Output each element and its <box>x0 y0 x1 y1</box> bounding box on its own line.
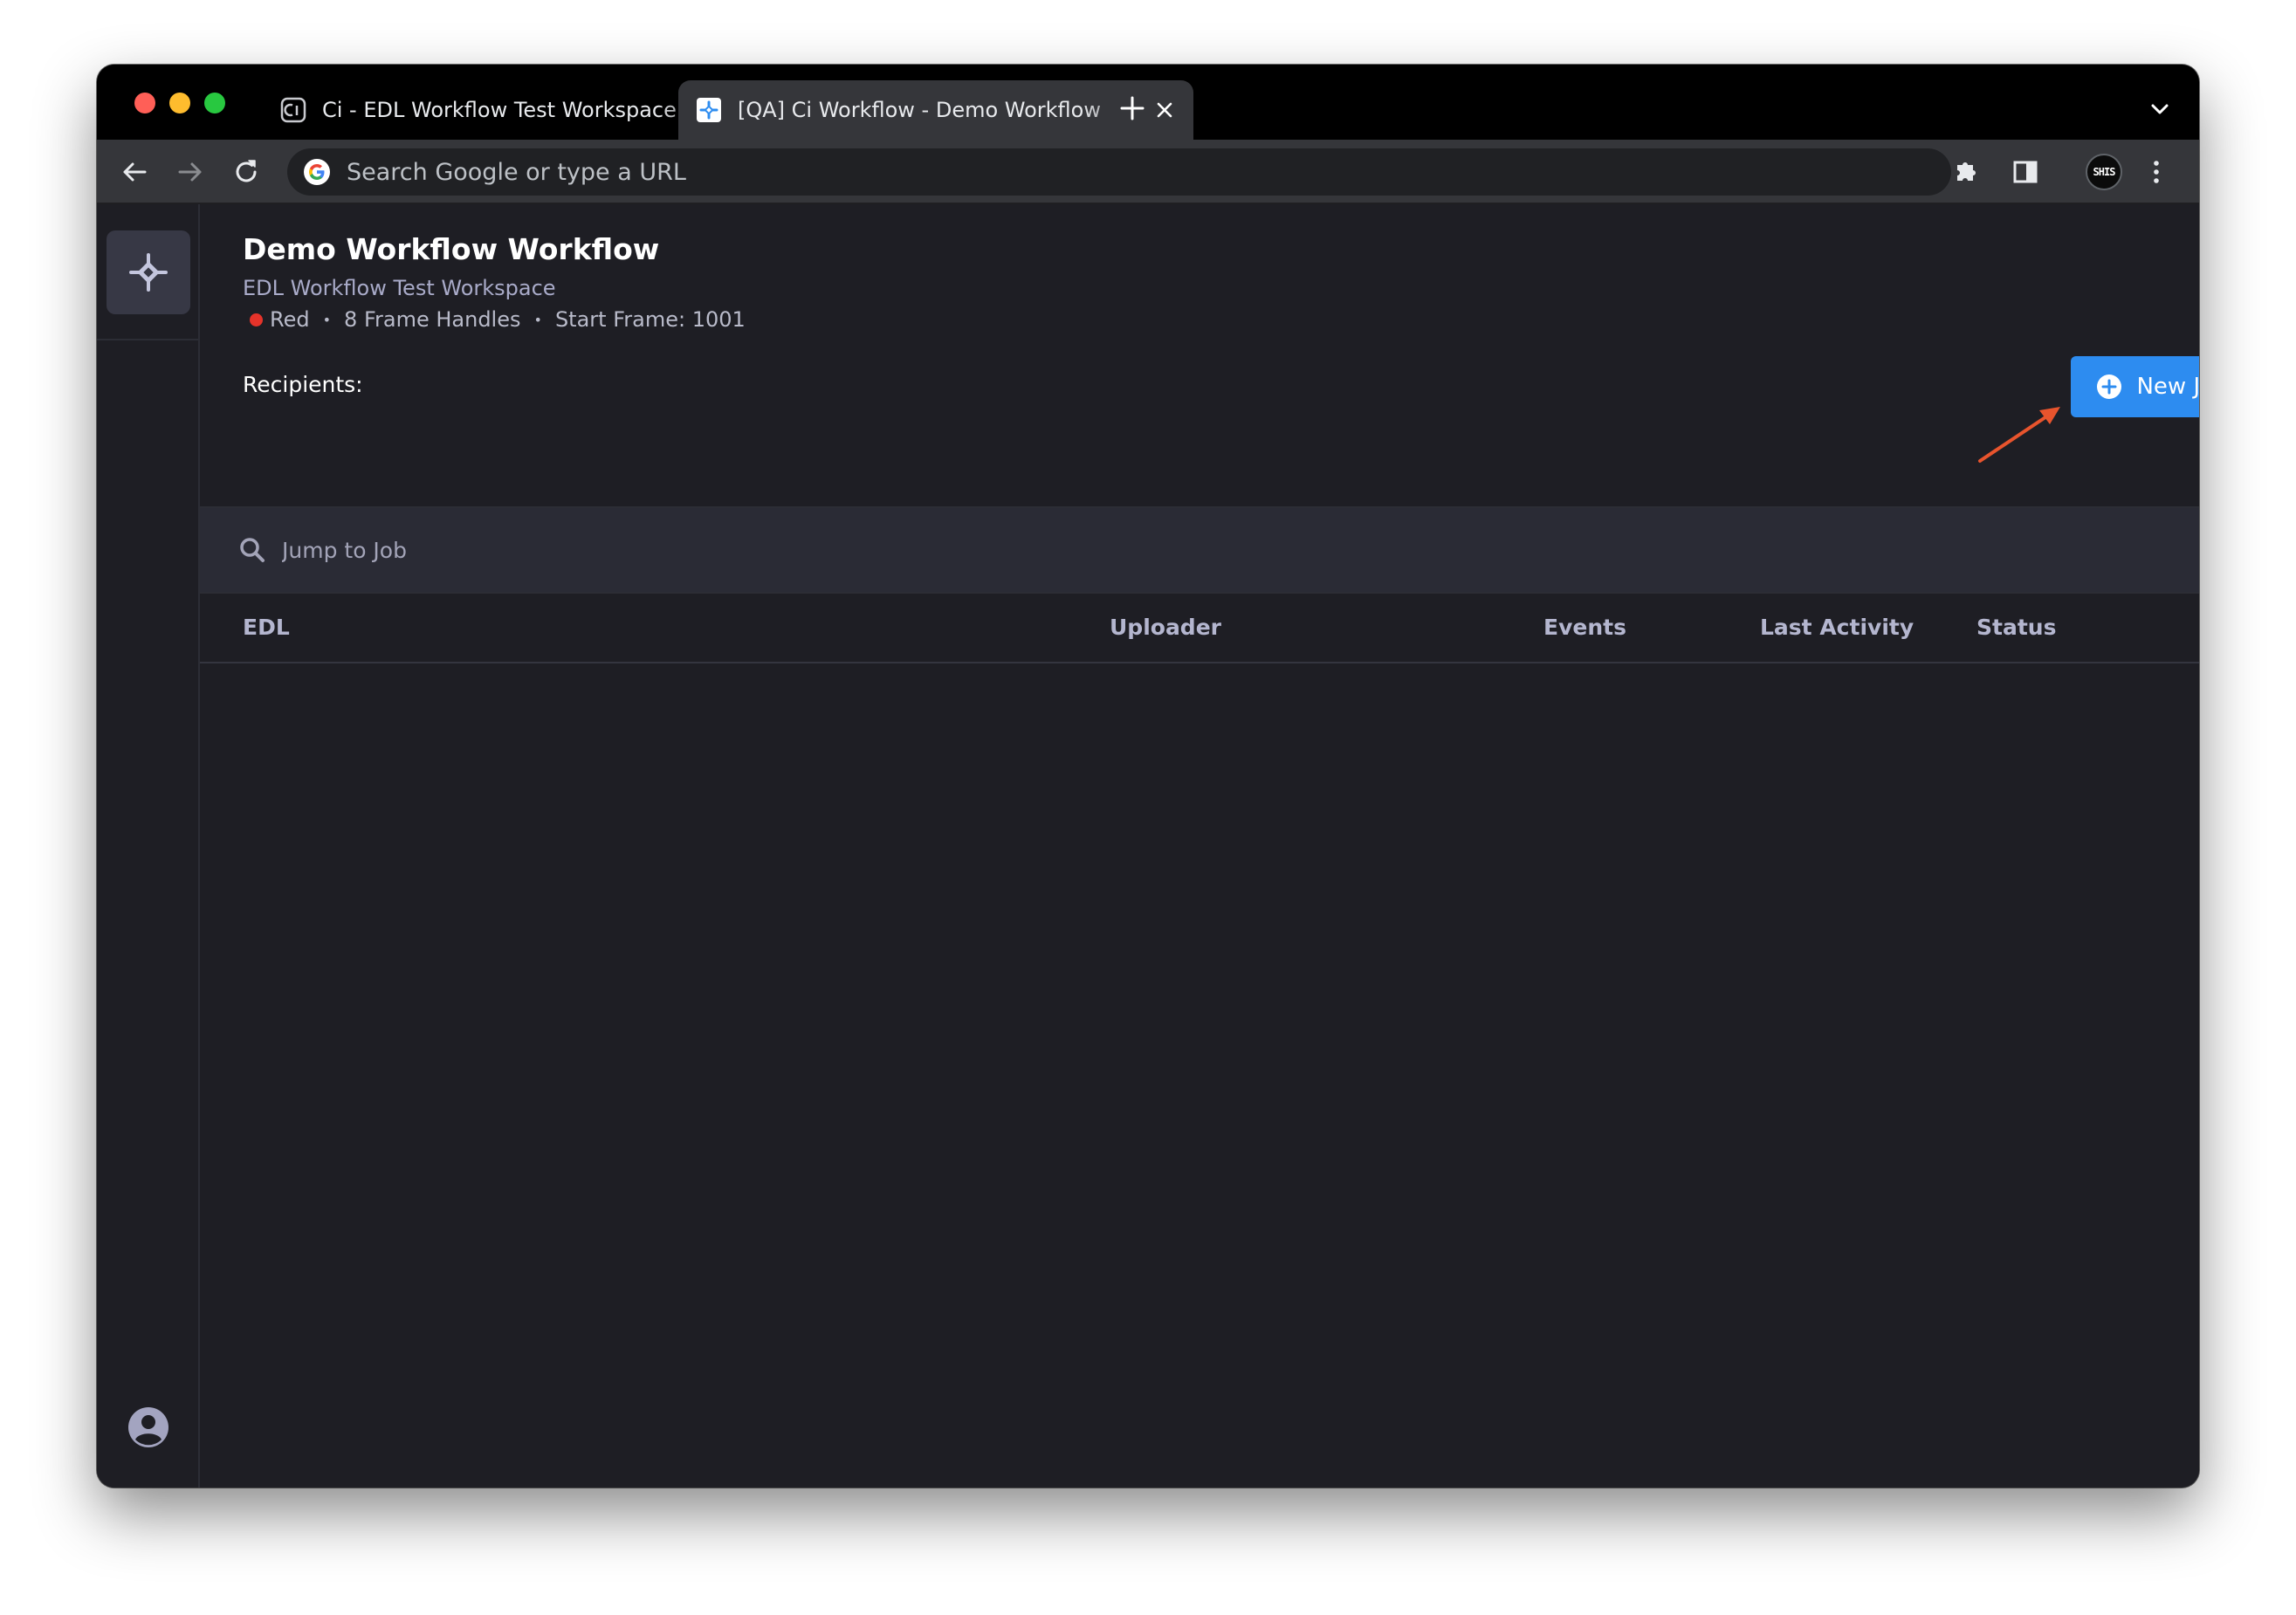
column-header-events[interactable]: Events <box>1543 615 1626 640</box>
jobs-table-body <box>200 663 2199 1488</box>
account-circle-icon[interactable] <box>127 1405 170 1449</box>
close-tab-icon[interactable] <box>1151 97 1178 123</box>
forward-arrow-icon[interactable] <box>175 157 205 187</box>
workflow-meta: Red • 8 Frame Handles • Start Frame: 100… <box>243 307 746 332</box>
column-header-status[interactable]: Status <box>1976 615 2056 640</box>
new-job-button[interactable]: New Job <box>2071 356 2199 417</box>
main-panel: Demo Workflow Workflow EDL Workflow Test… <box>200 204 2199 1488</box>
maximize-window-button[interactable] <box>204 93 225 113</box>
sidebar-divider <box>97 339 198 340</box>
address-bar[interactable] <box>287 148 1951 196</box>
page-title: Demo Workflow Workflow <box>243 232 660 266</box>
tab-ci-workflow[interactable]: [QA] Ci Workflow - Demo Workflow <box>678 80 1193 140</box>
sidebar <box>97 204 200 1488</box>
app-content: Demo Workflow Workflow EDL Workflow Test… <box>97 204 2199 1488</box>
browser-toolbar: SHIS <box>97 140 2199 204</box>
reload-icon[interactable] <box>231 157 261 187</box>
tab-strip: Ci - EDL Workflow Test Workspace [QA] Ci… <box>97 65 2199 140</box>
back-arrow-icon[interactable] <box>120 157 149 187</box>
column-header-uploader[interactable]: Uploader <box>1110 615 1221 640</box>
chevron-down-icon[interactable] <box>2148 98 2171 120</box>
ci-workflow-logo-icon <box>129 253 168 292</box>
jump-to-job-input[interactable] <box>280 536 1855 564</box>
new-job-label: New Job <box>2136 374 2199 400</box>
ci-workflow-icon <box>696 97 722 123</box>
omnibox-input[interactable] <box>345 157 1832 187</box>
extensions-puzzle-icon[interactable] <box>1949 155 1983 189</box>
start-frame: Start Frame: 1001 <box>554 307 746 332</box>
frame-handles: 8 Frame Handles <box>344 307 521 332</box>
sidebar-home-button[interactable] <box>107 230 190 314</box>
profile-avatar[interactable]: SHIS <box>2086 154 2122 190</box>
tab-title: Ci - EDL Workflow Test Workspace <box>322 98 677 122</box>
color-label: Red <box>270 307 310 332</box>
ci-logo-icon <box>280 97 306 123</box>
meta-separator: • <box>322 311 332 328</box>
annotation-arrow-icon <box>1978 407 2060 463</box>
new-tab-icon[interactable] <box>1118 94 1146 122</box>
tab-title: [QA] Ci Workflow - Demo Workflow <box>738 98 1101 122</box>
jobs-table-header: EDL Uploader Events Last Activity Status <box>200 594 2199 663</box>
color-dot-icon <box>250 313 263 326</box>
search-icon <box>240 538 265 562</box>
column-header-edl[interactable]: EDL <box>243 615 290 640</box>
browser-window: Ci - EDL Workflow Test Workspace [QA] Ci… <box>97 65 2199 1488</box>
meta-separator: • <box>533 311 542 328</box>
google-logo-icon <box>304 159 330 185</box>
column-header-last-activity[interactable]: Last Activity <box>1760 615 1914 640</box>
side-panel-icon[interactable] <box>2009 155 2042 189</box>
close-window-button[interactable] <box>134 93 155 113</box>
minimize-window-button[interactable] <box>169 93 190 113</box>
plus-circle-icon <box>2097 375 2122 399</box>
workspace-name[interactable]: EDL Workflow Test Workspace <box>243 276 556 300</box>
more-vertical-icon[interactable] <box>2140 155 2173 189</box>
recipients-label: Recipients: <box>243 372 363 397</box>
jump-to-job-bar <box>200 506 2199 594</box>
